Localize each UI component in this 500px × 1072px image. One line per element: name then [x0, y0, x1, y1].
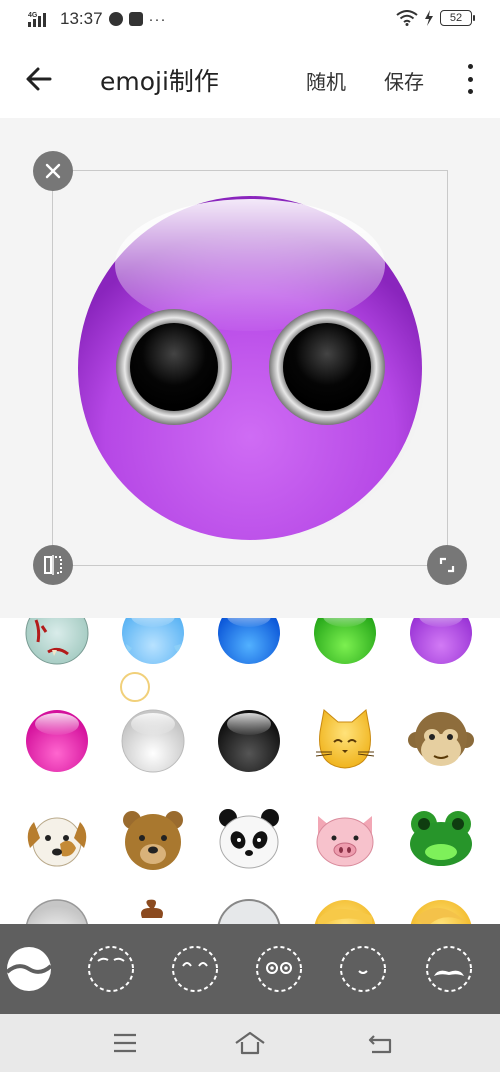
- random-button[interactable]: 随机: [306, 66, 346, 95]
- mustache-icon: [426, 946, 472, 992]
- battery-icon: 52: [440, 10, 475, 26]
- eyebrows-icon: [88, 946, 134, 992]
- face-shape-icon: [5, 947, 53, 991]
- system-nav-bar: [0, 1014, 500, 1072]
- dog-face-icon[interactable]: [24, 808, 90, 874]
- tab-mustache[interactable]: [424, 944, 474, 994]
- grey-face-icon[interactable]: [24, 898, 90, 924]
- blonde-hair-face-2-icon[interactable]: [408, 898, 474, 924]
- save-button[interactable]: 保存: [384, 66, 424, 95]
- status-right: 52: [396, 10, 475, 26]
- blonde-hair-face-icon[interactable]: [312, 898, 378, 924]
- menu-icon[interactable]: [108, 1028, 142, 1058]
- palette-row-4: [0, 898, 500, 924]
- signal-icon: 4G: [28, 11, 50, 27]
- panda-face-icon[interactable]: [216, 808, 282, 874]
- black-face-icon[interactable]: [216, 708, 282, 774]
- mouth-icon: [340, 946, 386, 992]
- eyes-icon: [256, 946, 302, 992]
- pig-face-icon[interactable]: [312, 808, 378, 874]
- poop-icon[interactable]: [120, 892, 186, 924]
- monkey-face-icon[interactable]: [408, 708, 474, 774]
- tab-eyes[interactable]: [254, 944, 304, 994]
- parts-palette: [0, 618, 500, 924]
- tab-eyebrows[interactable]: [86, 944, 136, 994]
- blue-face-icon[interactable]: [216, 618, 282, 666]
- page-title: emoji制作: [100, 67, 219, 96]
- more-options-icon[interactable]: [460, 64, 480, 94]
- back-arrow-icon[interactable]: [24, 64, 54, 94]
- white-face-icon[interactable]: [120, 708, 186, 774]
- frog-face-icon[interactable]: [408, 808, 474, 874]
- home-icon[interactable]: [233, 1028, 267, 1058]
- delete-part-button[interactable]: [33, 151, 73, 191]
- emoji-preview[interactable]: [77, 195, 423, 541]
- compass-icon: [108, 12, 123, 26]
- notification-icon: [128, 12, 143, 26]
- app-bar: emoji制作 随机 保存: [0, 40, 500, 118]
- palette-row-3: [0, 802, 500, 892]
- purple-face-icon[interactable]: [408, 618, 474, 666]
- battery-level: 52: [449, 12, 463, 24]
- status-left: 4G 13:37 ···: [28, 9, 167, 29]
- wifi-icon: [396, 10, 418, 26]
- close-icon: [45, 163, 61, 179]
- flip-horizontal-icon: [44, 555, 62, 575]
- status-time: 13:37: [60, 9, 103, 28]
- palette-row-2: [0, 706, 500, 796]
- tab-face-shape[interactable]: [4, 944, 54, 994]
- status-bar: 4G 13:37 ··· 52: [0, 0, 500, 40]
- flip-part-button[interactable]: [33, 545, 73, 585]
- more-notifications-icon: ···: [148, 10, 167, 28]
- tab-mouth[interactable]: [338, 944, 388, 994]
- pink-face-icon[interactable]: [24, 708, 90, 774]
- light-grey-face-icon[interactable]: [216, 898, 282, 924]
- light-blue-drip-face-icon[interactable]: [120, 618, 186, 666]
- charging-icon: [425, 10, 433, 26]
- zombie-face-icon[interactable]: [24, 618, 90, 666]
- tab-eyes-closed[interactable]: [170, 944, 220, 994]
- bear-face-icon[interactable]: [120, 808, 186, 874]
- selected-indicator: [120, 672, 150, 702]
- resize-part-button[interactable]: [427, 545, 467, 585]
- cat-face-icon[interactable]: [312, 708, 378, 774]
- palette-row-1: [0, 618, 500, 702]
- back-icon[interactable]: [364, 1028, 398, 1058]
- eyes-closed-icon: [172, 946, 218, 992]
- green-face-icon[interactable]: [312, 618, 378, 666]
- emoji-canvas: [0, 118, 500, 618]
- selection-frame[interactable]: [33, 151, 467, 585]
- parts-category-tabs: [0, 924, 500, 1014]
- resize-icon: [439, 557, 455, 573]
